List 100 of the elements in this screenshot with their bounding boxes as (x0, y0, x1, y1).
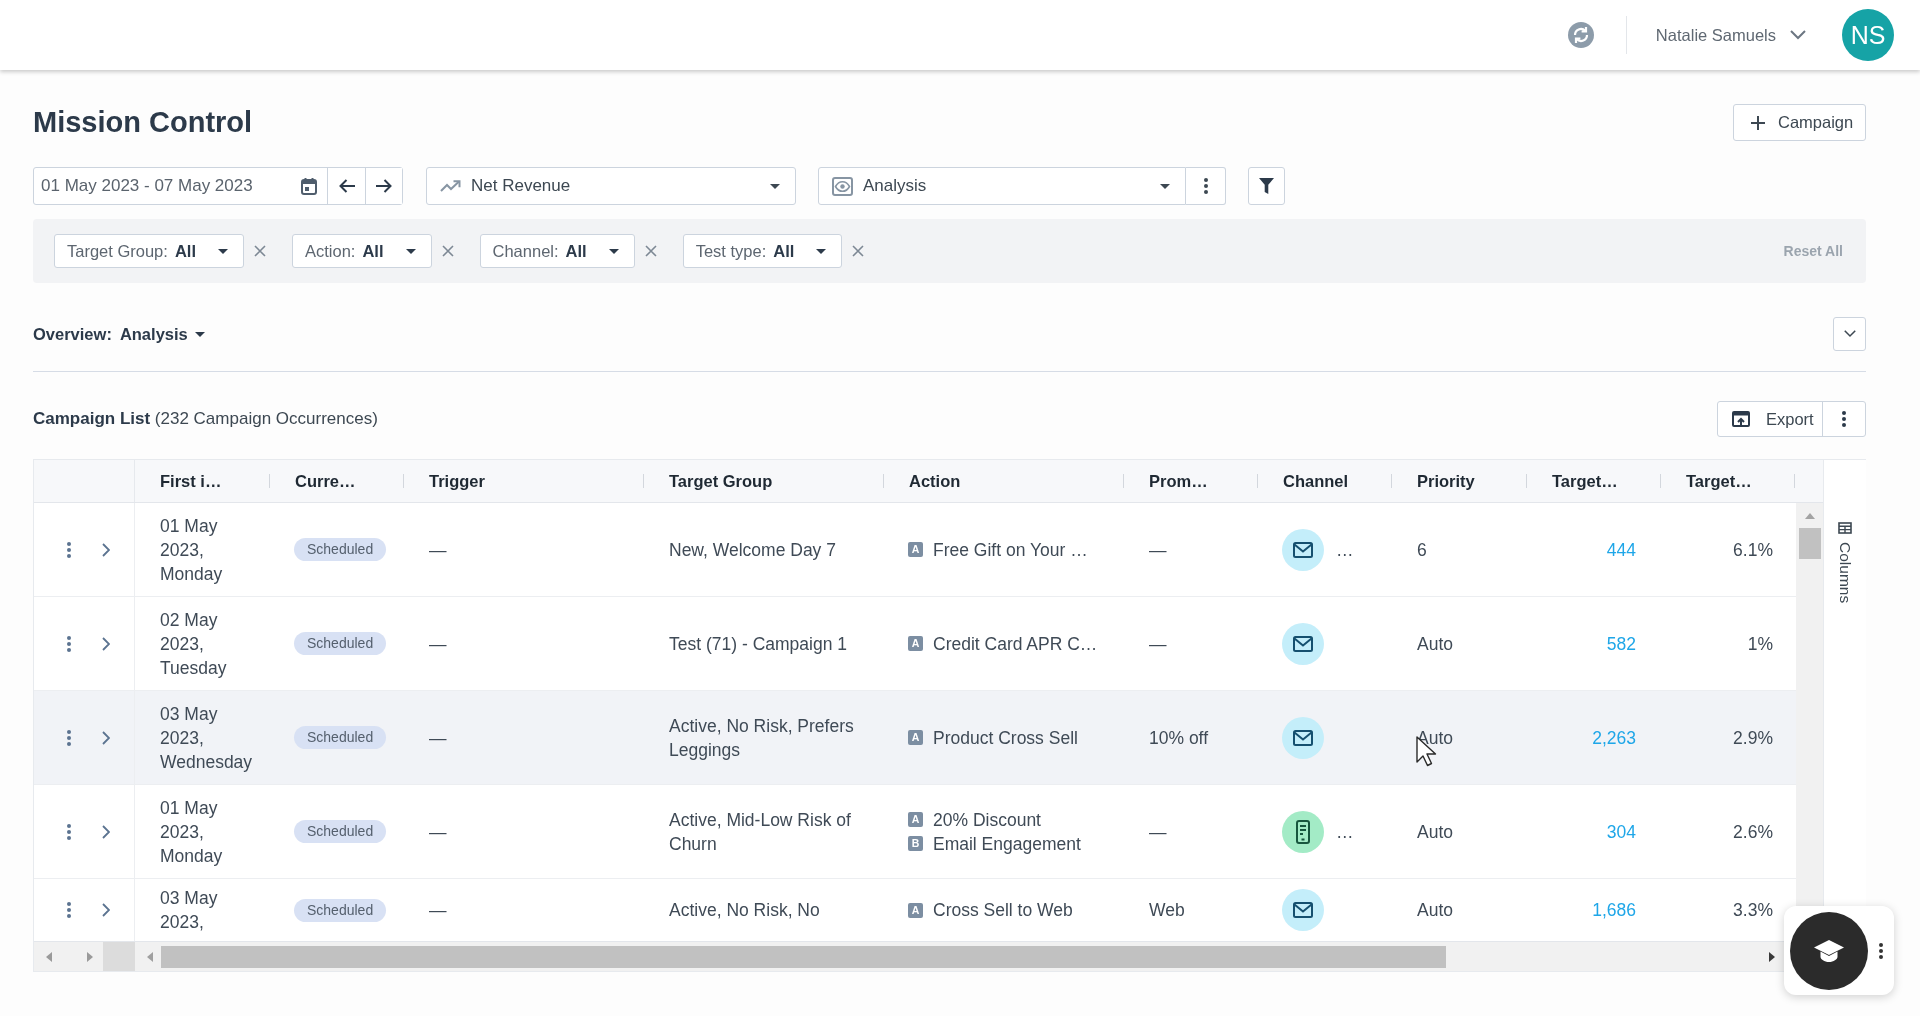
eye-icon (832, 176, 853, 196)
caret-icon (218, 248, 228, 254)
chevron-right-icon[interactable] (102, 824, 110, 839)
next-button[interactable] (365, 168, 402, 204)
column-header[interactable]: First i… (160, 471, 222, 491)
columns-tab[interactable]: Columns (1836, 522, 1854, 604)
action-text: 20% Discount (933, 808, 1041, 832)
trigger-text: — (429, 820, 447, 844)
status-tag: Scheduled (294, 632, 387, 655)
envelope-icon (1282, 528, 1324, 571)
percent-text: 2.9% (1733, 726, 1773, 750)
action-text: Email Engagement (933, 832, 1081, 856)
close-icon[interactable] (254, 245, 266, 257)
plus-icon (1751, 115, 1765, 130)
more-icon (1203, 178, 1208, 194)
percent-text: 1% (1747, 632, 1773, 656)
column-header[interactable]: Curre… (295, 471, 356, 491)
more-indicator: … (1336, 820, 1354, 844)
value-text: — (1149, 632, 1167, 656)
value-text: — (1149, 820, 1167, 844)
funnel-icon (1259, 178, 1274, 194)
calendar-icon (301, 177, 317, 195)
status-tag: Scheduled (294, 898, 387, 922)
target-group-text: Test (71) - Campaign 1 (669, 632, 847, 656)
variant-tag: A (908, 902, 923, 918)
collapse-button[interactable] (1833, 317, 1866, 351)
user-menu[interactable]: Natalie Samuels (1655, 25, 1806, 45)
action-text: Credit Card APR C… (933, 632, 1098, 656)
percent-text: 3.3% (1733, 899, 1773, 922)
scrollbar-thumb[interactable] (161, 945, 1446, 968)
percent-text: 2.6% (1733, 820, 1773, 844)
column-header[interactable]: Channel (1283, 471, 1349, 491)
filter-dropdown[interactable]: Test type: All (682, 234, 843, 268)
scrollbar-thumb[interactable] (1798, 528, 1821, 559)
trigger-text: — (429, 899, 447, 922)
column-header[interactable]: Action (909, 471, 961, 491)
phone-icon (1282, 810, 1324, 853)
chevron-right-icon[interactable] (102, 730, 110, 745)
chevron-right-icon[interactable] (102, 636, 110, 651)
target-group-text: Active, No Risk, No (669, 899, 820, 922)
envelope-icon (1282, 889, 1324, 931)
caret-icon (1160, 183, 1170, 189)
trigger-text: — (429, 632, 447, 656)
variant-tag: B (908, 836, 923, 851)
column-header[interactable]: Trigger (429, 471, 485, 491)
arrow-left-icon (338, 179, 355, 193)
value-text: Web (1149, 899, 1185, 922)
filter-dropdown[interactable]: Channel: All (479, 234, 635, 268)
target-group-text: Active, Mid-Low Risk of Churn (669, 808, 852, 856)
campaign-list-heading: Campaign List (232 Campaign Occurrences) (33, 409, 378, 429)
value-text: 10% off (1149, 726, 1209, 750)
filter-dropdown[interactable]: Action: All (292, 234, 432, 268)
percent-text: 6.1% (1733, 538, 1773, 562)
column-header[interactable]: Target… (1686, 471, 1752, 491)
left-triangle-icon (147, 951, 153, 962)
close-icon[interactable] (852, 245, 865, 257)
column-header[interactable]: Target… (1552, 471, 1618, 491)
trigger-text: — (429, 538, 447, 562)
sync-icon[interactable] (1567, 22, 1594, 48)
export-icon (1732, 411, 1750, 427)
chevron-right-icon[interactable] (102, 903, 110, 917)
more-icon (1842, 411, 1846, 427)
target-group-text: Active, No Risk, Prefers Leggings (669, 714, 855, 762)
column-header[interactable]: Target Group (669, 471, 773, 491)
envelope-icon (1282, 622, 1324, 665)
caret-icon (816, 248, 827, 254)
chevron-down-icon (1843, 330, 1856, 338)
column-header[interactable]: Priority (1417, 471, 1475, 491)
variant-tag: A (908, 542, 923, 557)
action-text: Free Gift on Your … (933, 538, 1088, 562)
chevron-down-icon (1790, 30, 1806, 40)
filter-button[interactable] (1248, 167, 1285, 205)
arrow-right-icon (376, 179, 392, 193)
caret-icon (770, 183, 780, 189)
caret-icon (405, 248, 416, 254)
up-triangle-icon (1804, 513, 1815, 519)
right-triangle-icon (1769, 951, 1775, 962)
close-icon[interactable] (644, 245, 657, 257)
variant-tag: A (908, 636, 923, 651)
priority-text: 6 (1417, 538, 1427, 562)
add-campaign-button[interactable]: Campaign (1733, 104, 1866, 141)
action-text: Cross Sell to Web (933, 899, 1073, 922)
variant-tag: A (908, 730, 923, 745)
chevron-right-icon[interactable] (102, 542, 110, 557)
date-text: 03 May 2023, (160, 887, 219, 934)
more-icon[interactable] (1879, 942, 1883, 959)
view-dropdown[interactable]: Analysis (818, 167, 1186, 205)
overview-label: Overview: (33, 324, 112, 344)
priority-text: Auto (1417, 632, 1453, 656)
overview-dropdown[interactable]: Analysis (119, 324, 205, 344)
close-icon[interactable] (441, 245, 454, 257)
filter-dropdown[interactable]: Target Group: All (54, 234, 244, 268)
status-tag: Scheduled (294, 820, 387, 843)
date-text: 03 May 2023, Wednesday (160, 702, 253, 774)
target-group-text: New, Welcome Day 7 (669, 538, 836, 562)
metric-dropdown[interactable]: Net Revenue (426, 167, 796, 205)
more-button[interactable] (1186, 167, 1226, 205)
date-text: 02 May 2023, Tuesday (160, 608, 228, 680)
variant-tag: A (908, 812, 923, 827)
column-header[interactable]: Prom… (1149, 471, 1208, 491)
